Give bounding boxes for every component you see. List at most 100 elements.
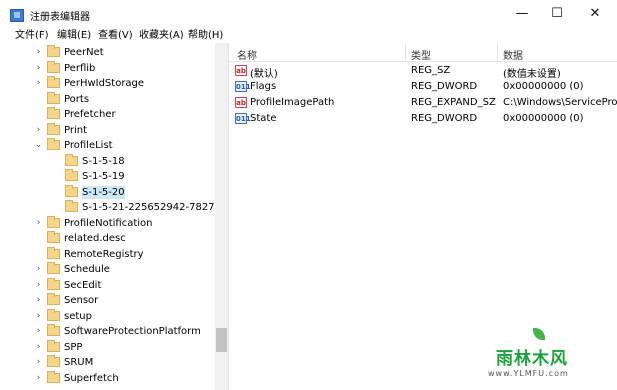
- value-row[interactable]: 011 State REG_DWORD 0x00000000 (0): [229, 111, 617, 127]
- menu-help[interactable]: 帮助(H): [188, 28, 223, 43]
- tree-item[interactable]: › Perflib: [0, 60, 215, 76]
- tree-item[interactable]: related.desc: [0, 231, 215, 246]
- menu-edit[interactable]: 编辑(E): [57, 28, 91, 43]
- binary-value-icon: 011: [235, 81, 251, 92]
- column-divider[interactable]: [497, 43, 498, 61]
- folder-icon: [47, 60, 60, 73]
- chevron-right-icon[interactable]: ›: [34, 264, 43, 275]
- tree-item-label: S-1-5-21-225652942-782733427: [82, 202, 228, 213]
- tree-item-label: Prefetcher: [64, 109, 116, 120]
- menu-view[interactable]: 查看(V): [98, 28, 133, 43]
- value-row[interactable]: ab (默认) REG_SZ (数值未设置): [229, 63, 617, 80]
- column-data-header[interactable]: 数据: [503, 47, 523, 62]
- folder-icon: [47, 370, 60, 383]
- close-button[interactable]: ✕: [575, 0, 615, 28]
- value-row[interactable]: ab ProfileImagePath REG_EXPAND_SZ C:\Window…: [229, 95, 617, 111]
- tree-item[interactable]: › SoftwareProtectionPlatform: [0, 324, 215, 339]
- chevron-right-icon[interactable]: ›: [34, 295, 43, 306]
- chevron-right-icon[interactable]: ›: [34, 218, 43, 229]
- chevron-right-icon[interactable]: ›: [34, 326, 43, 337]
- tree-item-label: Sensor: [64, 295, 99, 306]
- binary-value-icon: 011: [235, 113, 251, 124]
- chevron-right-icon[interactable]: ›: [34, 280, 43, 291]
- string-value-icon: ab: [235, 65, 247, 76]
- folder-icon: [47, 308, 60, 321]
- folder-icon: [47, 293, 60, 305]
- tree-item[interactable]: Prefetcher: [0, 107, 215, 122]
- menu-favorites[interactable]: 收藏夹(A): [139, 28, 184, 43]
- tree-item[interactable]: › SecEdit: [0, 277, 215, 293]
- tree-scrollbar-thumb[interactable]: [216, 328, 227, 352]
- value-name: Flags: [250, 81, 277, 92]
- folder-icon: [47, 262, 60, 274]
- tree-item[interactable]: S-1-5-20: [0, 184, 215, 200]
- value-data: (数值未设置): [503, 69, 561, 80]
- value-type: REG_DWORD: [411, 113, 478, 124]
- minimize-button[interactable]: —: [502, 0, 542, 28]
- column-name-header[interactable]: 名称: [237, 47, 257, 62]
- tree-item[interactable]: S-1-5-19: [0, 169, 215, 184]
- tree-item[interactable]: › setup: [0, 308, 215, 324]
- value-type: REG_DWORD: [411, 81, 478, 92]
- tree-item-label: RemoteRegistry: [64, 248, 144, 260]
- tree-item[interactable]: › Sensor: [0, 293, 215, 308]
- chevron-right-icon[interactable]: ›: [34, 311, 43, 322]
- value-data: 0x00000000 (0): [503, 81, 584, 92]
- values-header: 名称 类型 数据: [229, 43, 617, 62]
- chevron-right-icon[interactable]: ›: [34, 342, 43, 353]
- chevron-right-icon[interactable]: ›: [34, 357, 43, 368]
- menu-file[interactable]: 文件(F): [15, 28, 49, 43]
- tree-item-label: S-1-5-19: [82, 171, 125, 182]
- folder-icon: [47, 215, 60, 228]
- folder-icon: [47, 277, 60, 290]
- folder-icon: [65, 200, 78, 212]
- tree-item-label: related.desc: [64, 233, 126, 244]
- tree-item[interactable]: › SRUM: [0, 355, 215, 370]
- tree-item[interactable]: S-1-5-21-225652942-782733427: [0, 200, 228, 215]
- value-row[interactable]: 011 Flags REG_DWORD 0x00000000 (0): [229, 79, 617, 95]
- tree-item[interactable]: › ProfileNotification: [0, 215, 215, 231]
- tree-item-label: PeerNet: [64, 47, 104, 58]
- tree-item[interactable]: › Schedule: [0, 262, 215, 277]
- tree-item[interactable]: › PerHwIdStorage: [0, 76, 215, 91]
- window-title: 注册表编辑器: [30, 12, 90, 23]
- folder-icon: [65, 169, 78, 181]
- menu-bar: 文件(F) 编辑(E) 查看(V) 收藏夹(A) 帮助(H): [0, 28, 617, 43]
- tree-item[interactable]: › Print: [0, 122, 215, 138]
- watermark-url: www.YLMFU.com: [488, 369, 569, 378]
- folder-icon: [65, 153, 78, 166]
- column-type-header[interactable]: 类型: [411, 47, 431, 62]
- folder-icon: [47, 138, 60, 150]
- value-name: (默认): [250, 69, 278, 80]
- folder-icon: [47, 76, 60, 88]
- tree-item[interactable]: › Superfetch: [0, 370, 215, 386]
- folder-icon: [47, 231, 60, 243]
- tree-item[interactable]: RemoteRegistry: [0, 246, 215, 262]
- chevron-right-icon[interactable]: ›: [34, 63, 43, 74]
- tree-item[interactable]: › SPP: [0, 339, 215, 355]
- folder-icon: [47, 339, 60, 352]
- chevron-right-icon[interactable]: ›: [34, 373, 43, 384]
- chevron-right-icon[interactable]: ›: [34, 78, 43, 89]
- tree-item-label: Superfetch: [64, 372, 119, 384]
- folder-icon: [47, 107, 60, 119]
- chevron-right-icon[interactable]: ›: [34, 125, 43, 136]
- folder-icon: [47, 122, 60, 135]
- chevron-down-icon[interactable]: ⌄: [34, 140, 43, 151]
- value-type: REG_SZ: [411, 65, 451, 76]
- regedit-app-icon: [10, 9, 24, 22]
- tree-item[interactable]: › PeerNet: [0, 45, 215, 60]
- maximize-button[interactable]: ☐: [537, 0, 577, 28]
- column-divider[interactable]: [405, 43, 406, 61]
- tree-item[interactable]: ⌄ ProfileList: [0, 138, 215, 153]
- tree-item[interactable]: S-1-5-18: [0, 153, 215, 169]
- tree-item[interactable]: Ports: [0, 91, 215, 107]
- folder-icon: [47, 45, 60, 57]
- tree-item-label: PerHwIdStorage: [64, 78, 145, 89]
- registry-tree[interactable]: › PeerNet › Perflib › PerHwIdStorage Ports Pref…: [0, 43, 229, 390]
- chevron-right-icon[interactable]: ›: [34, 47, 43, 58]
- tree-item-label: S-1-5-18: [82, 155, 125, 167]
- tree-item-label: ProfileNotification: [64, 217, 153, 229]
- tree-item-label: SecEdit: [64, 279, 102, 291]
- tree-item-label: SoftwareProtectionPlatform: [64, 326, 201, 337]
